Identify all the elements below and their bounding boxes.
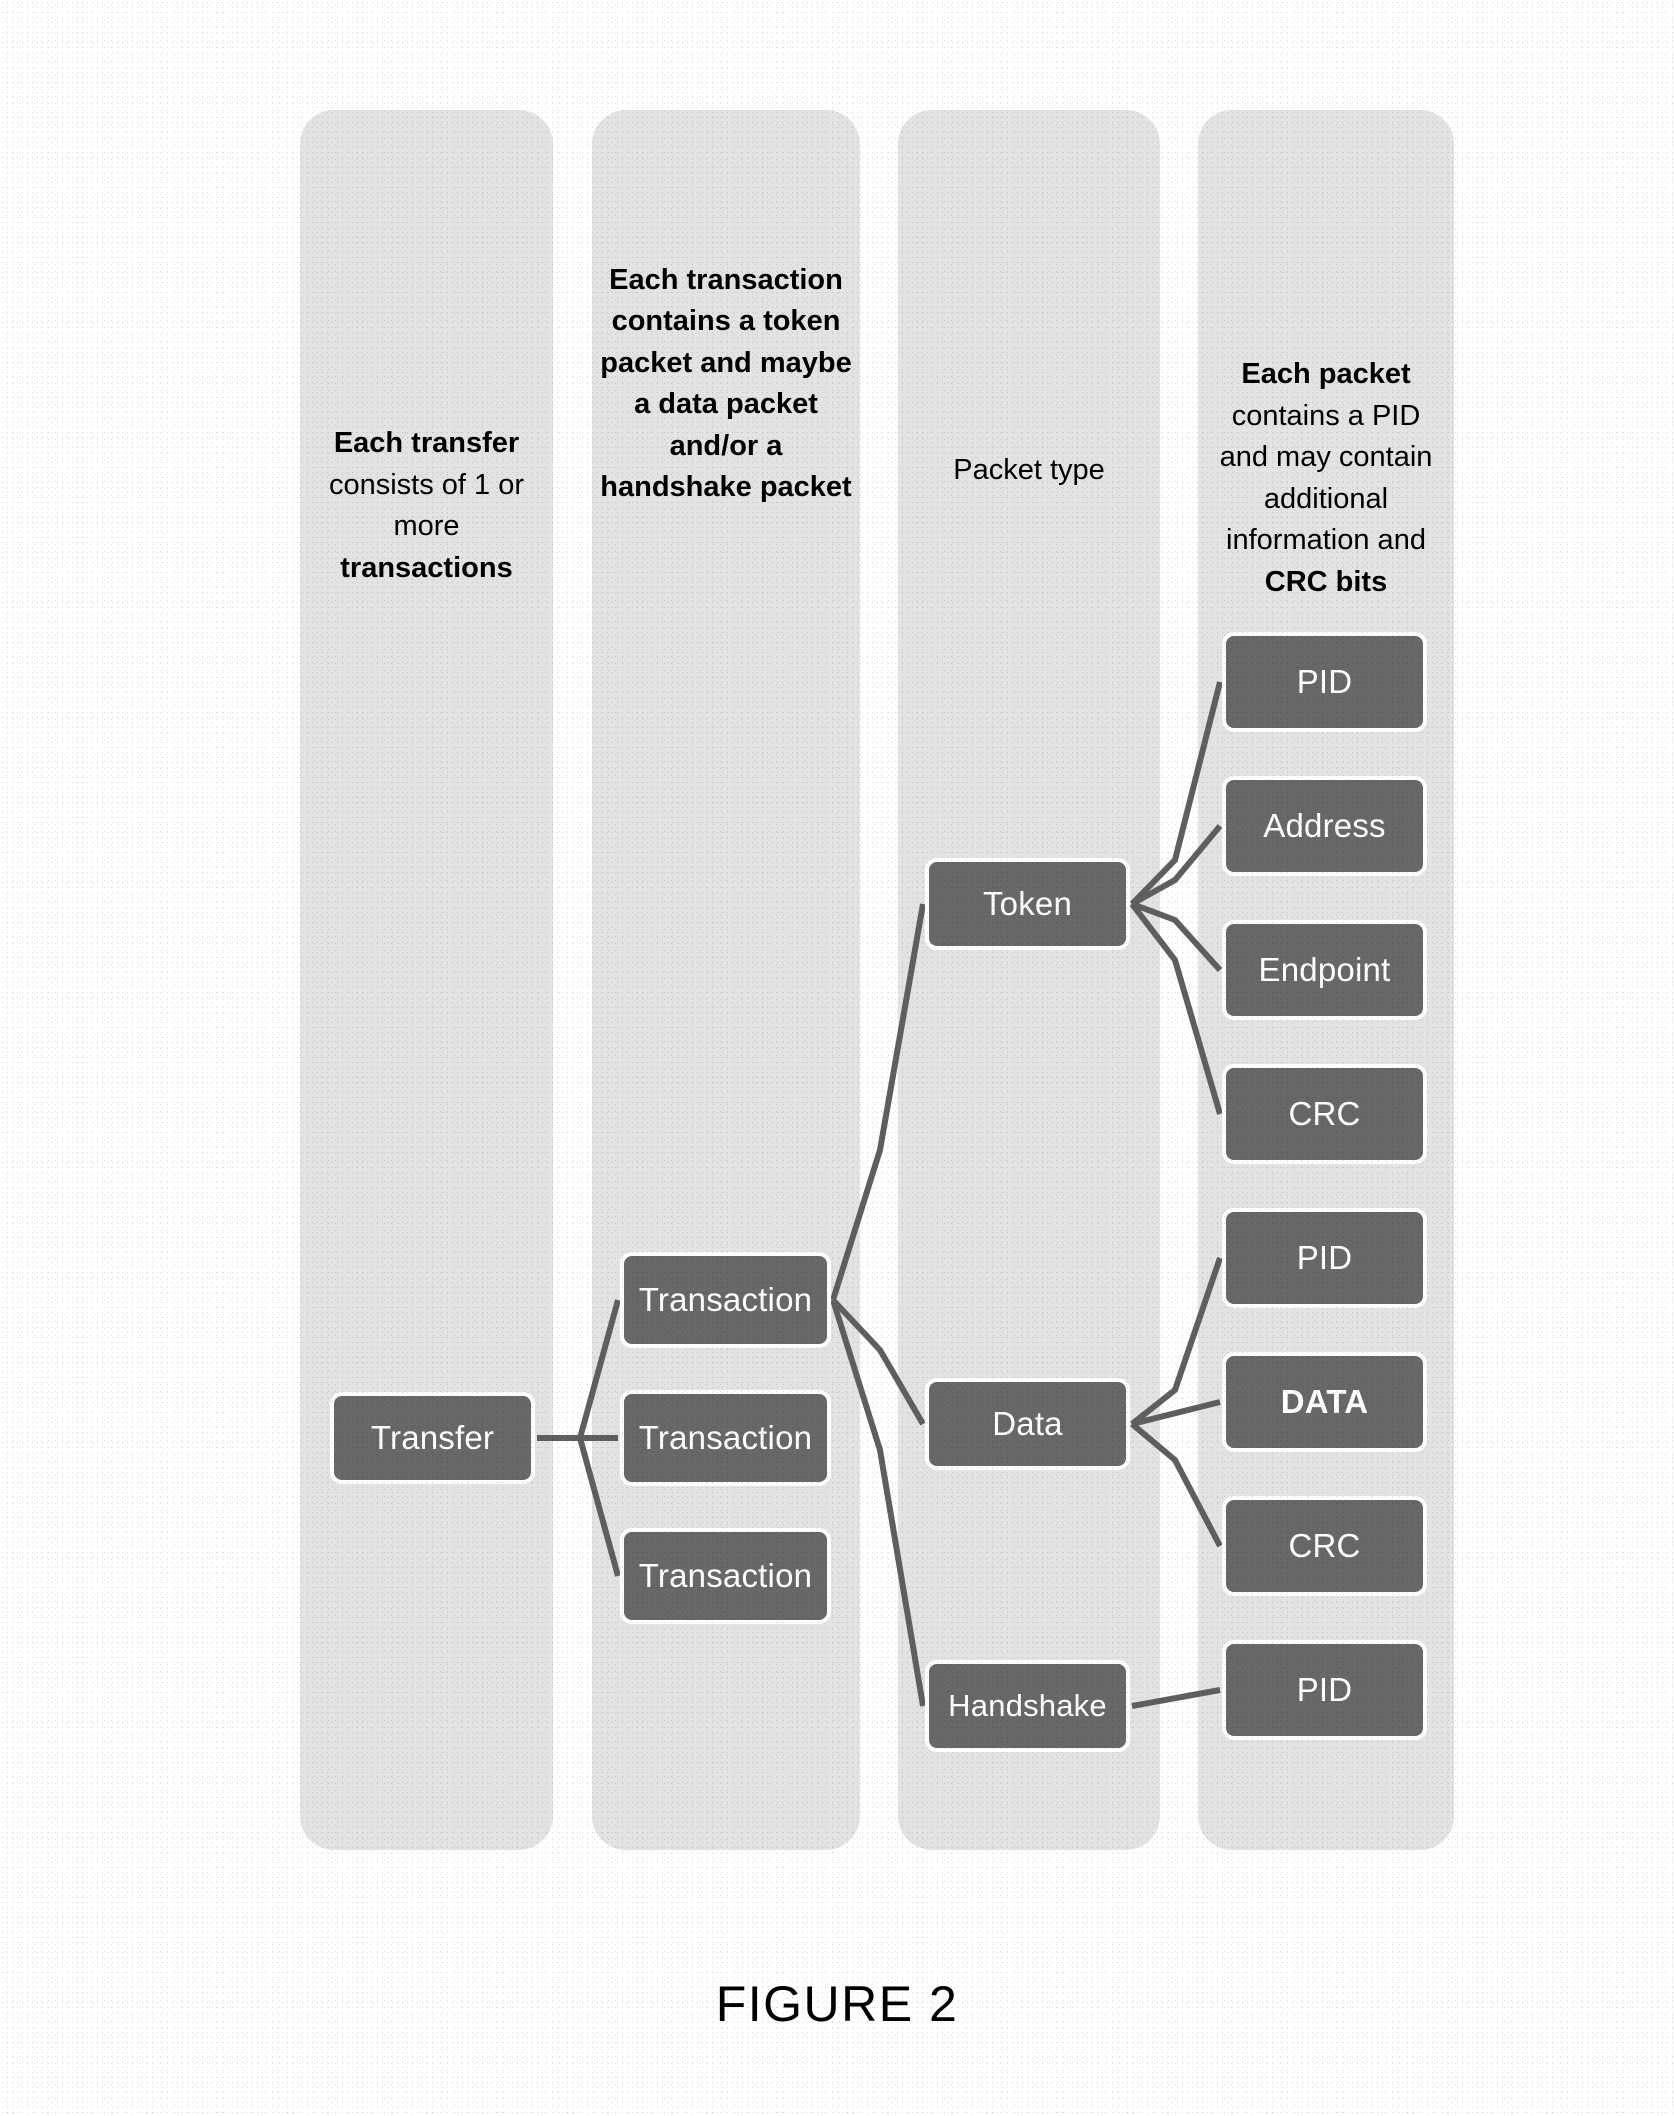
- node-packet-type-handshake[interactable]: Handshake: [925, 1660, 1130, 1752]
- node-packet-part-pid-1[interactable]: PID: [1222, 632, 1427, 732]
- node-transfer[interactable]: Transfer: [330, 1392, 535, 1484]
- node-packet-part-crc-1[interactable]: CRC: [1222, 1064, 1427, 1164]
- column-header-transaction: Each transaction contains a token packet…: [600, 264, 852, 504]
- column-header-packet-parts-mid: contains a PID and may contain additiona…: [1219, 399, 1433, 557]
- node-packet-type-token[interactable]: Token: [925, 858, 1130, 950]
- node-packet-part-data[interactable]: DATA: [1222, 1352, 1427, 1452]
- node-packet-part-crc-2[interactable]: CRC: [1222, 1496, 1427, 1596]
- node-packet-part-address[interactable]: Address: [1222, 776, 1427, 876]
- node-packet-part-pid-3[interactable]: PID: [1222, 1640, 1427, 1740]
- column-panel-transfer: Each transfer consists of 1 or more tran…: [300, 110, 553, 1850]
- node-packet-part-endpoint[interactable]: Endpoint: [1222, 920, 1427, 1020]
- node-packet-type-data[interactable]: Data: [925, 1378, 1130, 1470]
- column-header-packet-type: Packet type: [953, 454, 1105, 486]
- column-header-packet-parts-lead: Each packet: [1241, 358, 1411, 391]
- column-header-transfer-mid: consists of 1 or more: [328, 468, 525, 543]
- column-header-packet-parts: Each packet contains a PID and may conta…: [1198, 313, 1454, 603]
- column-header-transfer: Each transfer consists of 1 or more tran…: [300, 382, 553, 589]
- column-header-transfer-lead: Each transfer: [333, 427, 520, 460]
- node-packet-part-pid-2[interactable]: PID: [1222, 1208, 1427, 1308]
- column-header-packet-parts-tail: CRC bits: [1264, 565, 1388, 598]
- patent-figure-2: Each transfer consists of 1 or more tran…: [0, 0, 1674, 2116]
- column-header-transfer-tail: transactions: [340, 551, 513, 584]
- node-transaction-1[interactable]: Transaction: [620, 1252, 831, 1348]
- column-panel-packet-type: Packet type: [898, 110, 1160, 1850]
- figure-caption: FIGURE 2: [715, 1976, 959, 2032]
- node-transaction-2[interactable]: Transaction: [620, 1390, 831, 1486]
- node-transaction-3[interactable]: Transaction: [620, 1528, 831, 1624]
